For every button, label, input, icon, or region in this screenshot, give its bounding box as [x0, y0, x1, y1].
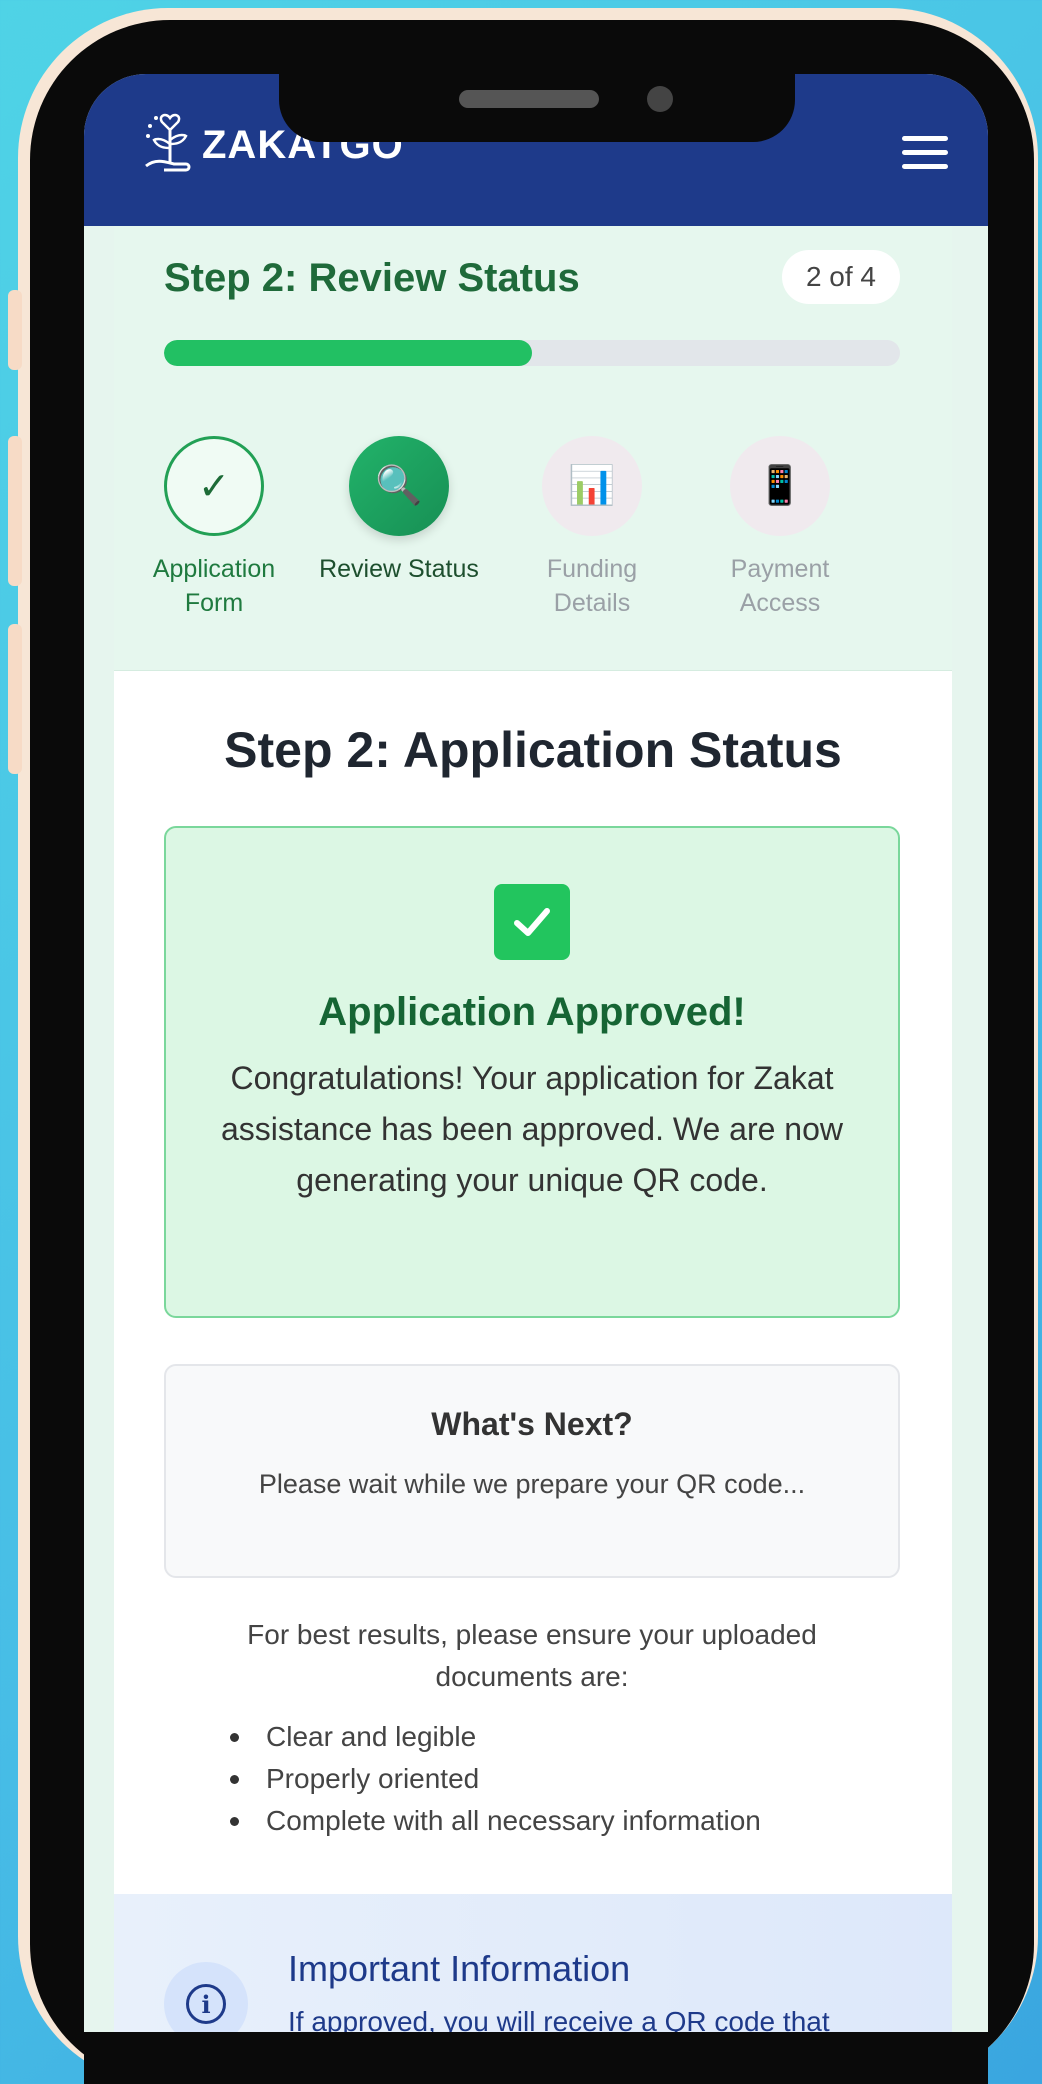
approval-message: Congratulations! Your application for Za… [220, 1060, 843, 1198]
stepper: Step 2: Review Status 2 of 4 ✓ Applicati… [114, 226, 952, 671]
document-tips-intro: For best results, please ensure your upl… [247, 1619, 817, 1692]
step-application-form[interactable]: ✓ Application Form [124, 436, 304, 620]
phone-icon: 📱 [730, 436, 830, 536]
check-badge-icon [494, 884, 570, 960]
step-label: Payment Access [730, 555, 830, 617]
step-label: Review Status [319, 555, 479, 583]
next-steps-card: What's Next? Please wait while we prepar… [164, 1364, 900, 1578]
info-icon: i [164, 1962, 248, 2032]
next-steps-message: Please wait while we prepare your QR cod… [258, 1469, 806, 1499]
approval-title: Application Approved! [318, 990, 746, 1034]
document-tips-list: Clear and legible Properly oriented Comp… [230, 1716, 761, 1842]
list-item: Complete with all necessary information [230, 1800, 761, 1842]
step-title: Step 2: Review Status [164, 256, 580, 300]
hamburger-menu-icon[interactable] [902, 136, 948, 170]
next-steps-title: What's Next? [431, 1406, 633, 1442]
list-item: Properly oriented [230, 1758, 761, 1800]
camera [647, 86, 673, 112]
step-review-status[interactable]: 🔍 Review Status [309, 436, 489, 586]
important-info-panel: i Important Information If approved, you… [114, 1894, 952, 2032]
step-label: Funding Details [546, 555, 638, 617]
bar-chart-icon: 📊 [542, 436, 642, 536]
phone-screen: ZAKATGO Step 2: Review Status 2 of 4 ✓ A… [84, 74, 988, 2032]
list-item: Clear and legible [230, 1716, 761, 1758]
approval-card: Application Approved! Congratulations! Y… [164, 826, 900, 1318]
step-count-badge: 2 of 4 [781, 250, 900, 304]
speaker [459, 90, 599, 108]
progress-bar [164, 340, 900, 366]
info-text: If approved, you will receive a QR code … [288, 2006, 830, 2032]
page-heading: Step 2: Application Status [224, 722, 842, 778]
phone-notch [279, 70, 795, 142]
magnifier-icon: 🔍 [349, 436, 449, 536]
step-label: Application Form [152, 555, 276, 617]
step-funding-details[interactable]: 📊 Funding Details [502, 436, 682, 620]
checkmark-icon: ✓ [164, 436, 264, 536]
info-title: Important Information [288, 1948, 631, 1989]
phone-side-button [8, 290, 22, 370]
step-payment-access[interactable]: 📱 Payment Access [690, 436, 870, 620]
phone-side-button [8, 624, 22, 774]
phone-bottom-bezel [84, 2032, 988, 2084]
logo-hand-plant-icon [145, 113, 191, 172]
progress-bar-fill [164, 340, 532, 366]
main-content: Step 2: Review Status 2 of 4 ✓ Applicati… [114, 226, 952, 2032]
phone-side-button [8, 436, 22, 586]
